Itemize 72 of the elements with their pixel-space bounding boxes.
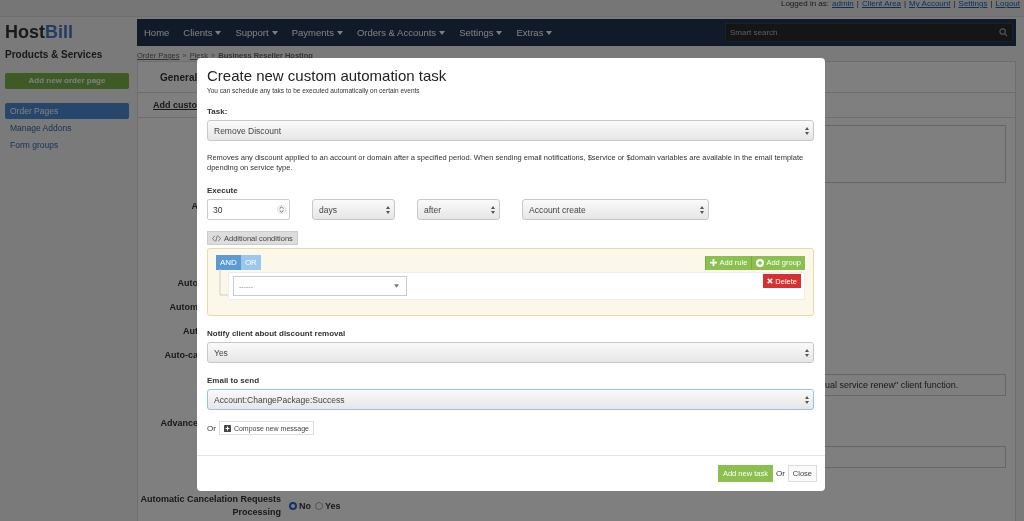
or-text: Or — [775, 469, 785, 478]
header-link[interactable]: My Account — [909, 0, 951, 7]
caret-icon — [271, 30, 278, 35]
nav-item[interactable]: Home — [137, 27, 177, 38]
spinner-icon — [277, 204, 286, 215]
unit-select[interactable]: days — [312, 199, 395, 220]
notify-select[interactable]: Yes — [207, 342, 814, 363]
email-select[interactable]: Account:ChangePackage:Success — [207, 389, 814, 410]
note-text: ual service renew" client function. — [825, 380, 959, 390]
separator-text: | — [904, 0, 907, 7]
field-label: Task: — [207, 107, 228, 116]
radio-button[interactable] — [289, 502, 297, 510]
select-arrows-icon — [491, 205, 495, 214]
code-icon — [212, 234, 221, 242]
nav-item[interactable]: Settings — [452, 27, 510, 38]
radio-label: No — [299, 501, 311, 511]
radio-button[interactable] — [315, 502, 323, 510]
nav-item[interactable]: Orders & Accounts — [349, 27, 453, 38]
sidebar-item[interactable]: Order Pages — [5, 102, 129, 119]
caret-icon — [546, 30, 553, 35]
user-link[interactable]: admin — [832, 0, 854, 7]
search-icon — [999, 28, 1008, 37]
caret-icon — [394, 284, 399, 288]
close-icon — [767, 278, 774, 284]
add-custom-link[interactable]: Add custo — [153, 100, 197, 110]
radio-label: Yes — [325, 501, 341, 511]
separator-text: | — [990, 0, 993, 7]
field-label: Auto — [176, 278, 198, 288]
field-label: Advance — [159, 418, 198, 428]
header-link[interactable]: Logout — [995, 0, 1020, 7]
logo: HostBill — [5, 21, 74, 43]
select-arrows-icon — [805, 348, 809, 357]
event-select[interactable]: Account create — [522, 199, 709, 220]
modal-title: Create new custom automation task — [207, 67, 447, 85]
separator-text: | — [856, 0, 859, 7]
nav-item[interactable]: Payments — [284, 27, 350, 38]
number-field[interactable]: 30 — [207, 199, 290, 220]
nav-item[interactable]: Support — [228, 27, 285, 38]
caret-icon — [336, 30, 343, 35]
cancel-processing-label: Automatic Cancelation Requests Processing — [139, 493, 281, 519]
caret-icon — [215, 30, 222, 35]
field-label: Email to send — [207, 376, 259, 385]
header-link[interactable]: Client Area — [861, 0, 902, 7]
plus-square-icon — [223, 424, 231, 432]
nav-item[interactable]: Extras — [509, 27, 560, 38]
separator-text: | — [953, 0, 956, 7]
sidebar-title: Products & Services — [5, 49, 104, 60]
sidebar-item[interactable]: Manage Addons — [5, 119, 129, 136]
header-link[interactable]: Settings — [958, 0, 988, 7]
logged-in-label: Logged in as: — [780, 0, 829, 7]
or-text: Or — [207, 423, 216, 433]
input-field[interactable] — [824, 446, 1006, 468]
field-label: Notify client about discount removal — [207, 329, 346, 338]
select-arrows-icon — [700, 205, 704, 214]
tree-connector — [218, 269, 228, 299]
nav-item[interactable]: Clients — [176, 27, 229, 38]
tab[interactable]: General — [160, 71, 198, 83]
select-arrows-icon — [386, 205, 390, 214]
search-field[interactable]: Smart search — [725, 23, 1013, 42]
relation-select[interactable]: after — [417, 199, 500, 220]
task-select[interactable]: Remove Discount — [207, 120, 814, 141]
field-label: Autom — [168, 302, 198, 312]
plus-icon — [710, 259, 718, 266]
plus-circle-icon — [756, 258, 765, 267]
select-arrows-icon — [805, 395, 809, 404]
caret-icon — [496, 30, 503, 35]
field-label: Execute — [207, 186, 238, 195]
select-arrows-icon — [805, 126, 809, 135]
field-label: Auto-ca — [163, 350, 198, 360]
logic-toggle[interactable]: AND — [216, 255, 241, 270]
sidebar-item[interactable]: Form groups — [5, 136, 129, 153]
caret-icon — [439, 30, 446, 35]
